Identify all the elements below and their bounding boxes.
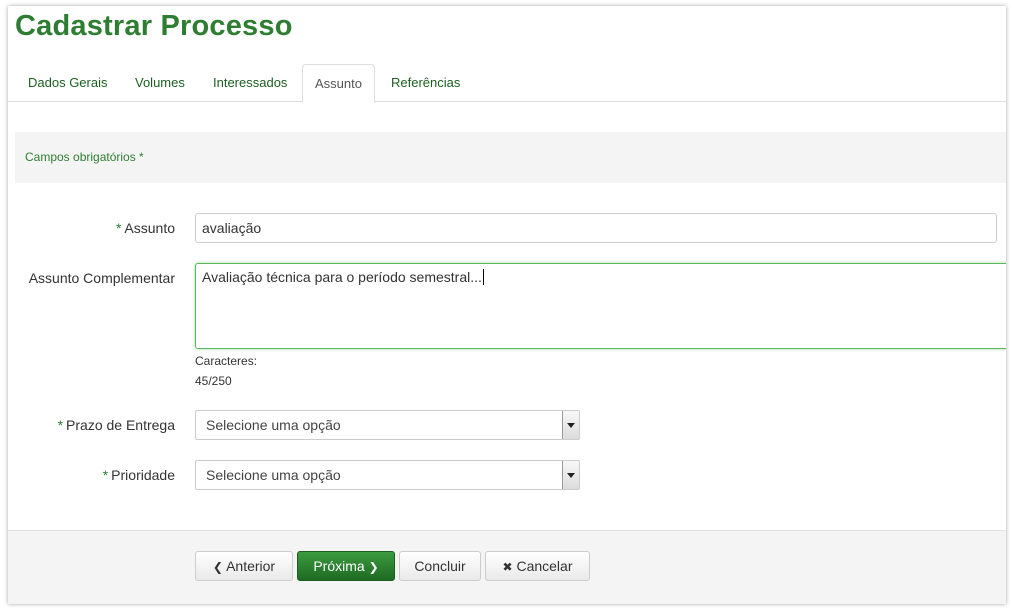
tab-interessados[interactable]: Interessados bbox=[201, 64, 299, 102]
assunto-complementar-text: Avaliação técnica para o período semestr… bbox=[202, 269, 482, 285]
chevron-right-icon: ❯ bbox=[368, 560, 379, 574]
proxima-button[interactable]: Próxima ❯ bbox=[297, 551, 395, 581]
dropdown-arrow-icon[interactable] bbox=[562, 461, 579, 489]
required-marker: * bbox=[102, 467, 109, 483]
concluir-button[interactable]: Concluir bbox=[399, 551, 481, 581]
char-counter-value: 45/250 bbox=[195, 374, 232, 388]
prazo-entrega-select[interactable]: Selecione uma opção bbox=[195, 410, 580, 440]
tab-dados-gerais[interactable]: Dados Gerais bbox=[16, 64, 119, 102]
prazo-entrega-selected: Selecione uma opção bbox=[206, 417, 341, 433]
tab-volumes[interactable]: Volumes bbox=[123, 64, 197, 102]
required-fields-notice: Campos obrigatórios * bbox=[25, 150, 144, 164]
chevron-left-icon: ❮ bbox=[212, 560, 223, 574]
prioridade-select[interactable]: Selecione uma opção bbox=[195, 460, 580, 490]
required-marker: * bbox=[57, 417, 64, 433]
prioridade-selected: Selecione uma opção bbox=[206, 467, 341, 483]
tab-referencias[interactable]: Referências bbox=[379, 64, 472, 102]
dropdown-arrow-icon[interactable] bbox=[562, 411, 579, 439]
required-marker: * bbox=[115, 220, 122, 236]
assunto-complementar-textarea[interactable]: Avaliação técnica para o período semestr… bbox=[195, 263, 1006, 349]
cancelar-button[interactable]: ✖ Cancelar bbox=[485, 551, 590, 581]
close-icon: ✖ bbox=[502, 560, 513, 574]
required-fields-banner: Campos obrigatórios * bbox=[15, 132, 1006, 183]
prazo-entrega-label: * Prazo de Entrega bbox=[57, 417, 175, 433]
main-panel: Cadastrar Processo Dados Gerais Volumes … bbox=[8, 6, 1006, 604]
anterior-button[interactable]: ❮ Anterior bbox=[195, 551, 293, 581]
prioridade-label: * Prioridade bbox=[102, 467, 175, 483]
assunto-input[interactable]: avaliação bbox=[195, 213, 997, 243]
assunto-complementar-label: Assunto Complementar bbox=[28, 270, 175, 286]
form-actions-bar: ❮ Anterior Próxima ❯ Concluir ✖ Cancelar bbox=[8, 530, 1006, 604]
tab-assunto[interactable]: Assunto bbox=[302, 64, 375, 103]
char-counter-label: Caracteres: bbox=[195, 354, 258, 368]
tab-bar: Dados Gerais Volumes Interessados Assunt… bbox=[8, 64, 1006, 103]
text-cursor bbox=[482, 269, 484, 285]
assunto-label: * Assunto bbox=[115, 220, 175, 236]
page-title: Cadastrar Processo bbox=[15, 10, 293, 42]
